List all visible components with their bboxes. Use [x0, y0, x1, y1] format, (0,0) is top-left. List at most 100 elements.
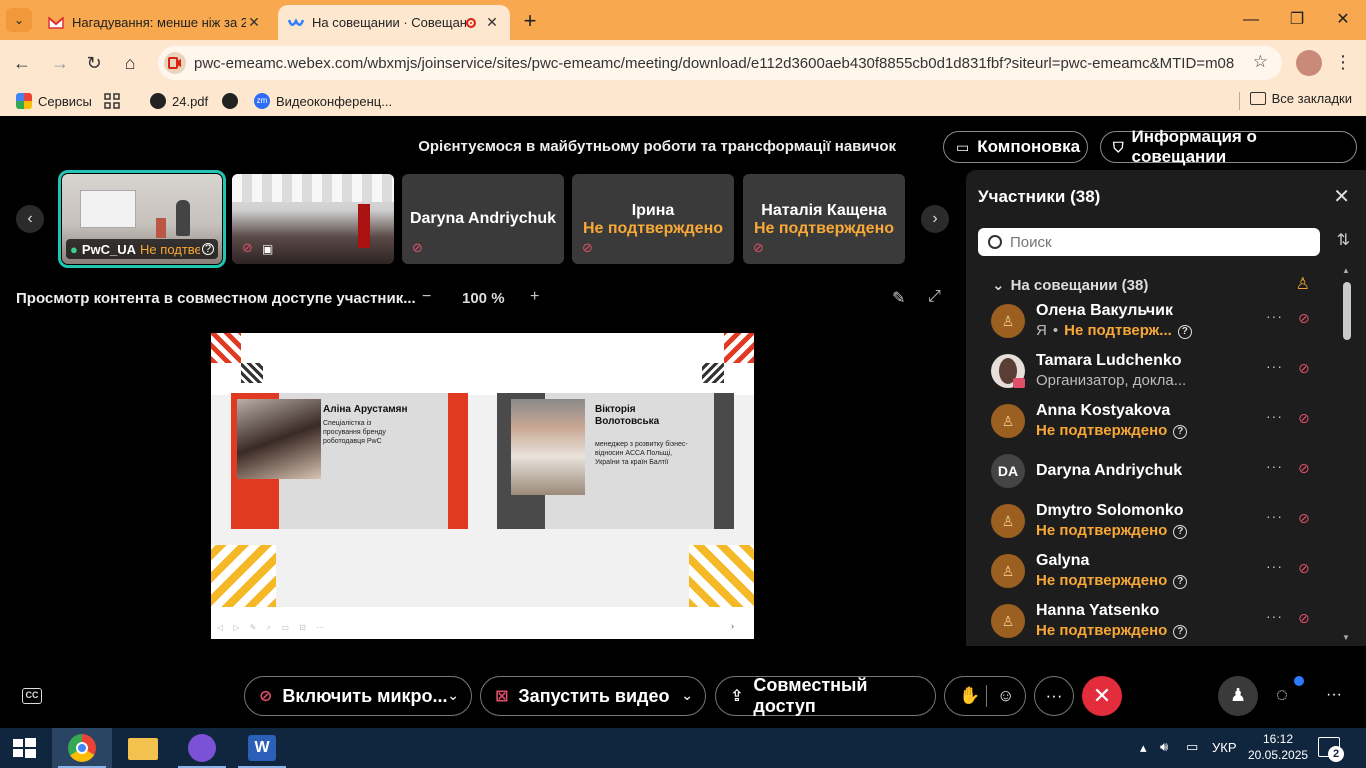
- strip-prev-icon[interactable]: ‹: [16, 205, 44, 233]
- globe-icon: [150, 93, 166, 109]
- video-tile-daryna[interactable]: Daryna Andriychuk ⊘: [402, 174, 564, 264]
- sort-icon[interactable]: ⇅: [1337, 230, 1350, 250]
- participant-row[interactable]: ♙ Galyna Не подтверждено? ··· ⊘: [966, 548, 1336, 596]
- reaction-icon[interactable]: ☺: [997, 686, 1014, 706]
- back-arrow-icon[interactable]: ←: [10, 51, 34, 75]
- raise-hand-icon[interactable]: ✋: [959, 686, 980, 706]
- video-feed: [232, 174, 394, 264]
- avatar-icon: ♙: [991, 554, 1025, 588]
- host-icon[interactable]: ♙: [1296, 274, 1310, 294]
- close-panel-icon[interactable]: ✕: [1333, 184, 1350, 209]
- apps-grid-icon[interactable]: [104, 91, 120, 111]
- muted-mic-icon[interactable]: ⊘: [1298, 310, 1310, 327]
- muted-mic-icon[interactable]: ⊘: [1298, 510, 1310, 527]
- all-bookmarks[interactable]: Все закладки: [1249, 91, 1352, 106]
- clock[interactable]: 16:12 20.05.2025: [1248, 731, 1308, 763]
- home-icon[interactable]: ⌂: [118, 51, 142, 75]
- tab-meeting[interactable]: На совещании · Совещани... ✕: [278, 5, 510, 40]
- language-indicator[interactable]: УКР: [1212, 740, 1237, 755]
- close-tab-icon[interactable]: ✕: [484, 14, 500, 31]
- muted-mic-icon[interactable]: ⊘: [1298, 610, 1310, 627]
- bookmark-star-icon[interactable]: ☆: [1253, 52, 1268, 72]
- profile-avatar[interactable]: [1296, 50, 1322, 76]
- bookmark-zoom[interactable]: zm Видеоконференц...: [254, 91, 392, 111]
- muted-mic-icon[interactable]: ⊘: [1298, 360, 1310, 377]
- file-explorer-icon[interactable]: [112, 728, 172, 768]
- more-options-icon[interactable]: ···: [1266, 408, 1283, 424]
- tab-search-chevron-icon[interactable]: ⌄: [6, 8, 32, 32]
- participant-row[interactable]: ♙ Anna Kostyakova Не подтверждено? ··· ⊘: [966, 398, 1336, 446]
- windows-start-icon[interactable]: [0, 728, 48, 768]
- help-icon: ?: [1173, 525, 1188, 539]
- close-tab-icon[interactable]: ✕: [246, 14, 262, 31]
- browser-menu-icon[interactable]: ⋮: [1334, 52, 1352, 73]
- help-icon: ?: [1173, 575, 1188, 589]
- zoom-out-icon[interactable]: −: [422, 288, 431, 306]
- more-panels-icon[interactable]: ···: [1326, 686, 1342, 704]
- site-info-icon[interactable]: [164, 52, 186, 74]
- participant-row[interactable]: DA Daryna Andriychuk ··· ⊘: [966, 448, 1336, 496]
- more-options-icon[interactable]: ···: [1266, 458, 1283, 474]
- bookmark-pdf[interactable]: 24.pdf: [150, 91, 208, 111]
- closed-captions-button[interactable]: CC: [22, 688, 42, 704]
- bookmark-services[interactable]: Сервисы: [16, 91, 92, 111]
- slide-toolbar[interactable]: ◁ ▷ ✎ ⌕ ▭ ⊡ ⋯: [217, 623, 328, 633]
- video-tile-natalia[interactable]: Наталія Кащена Не подтверждено ⊘: [743, 174, 905, 264]
- minimize-icon[interactable]: —: [1228, 6, 1274, 34]
- video-tile-pwc[interactable]: ● PwC_UA Не подтверждено ?: [58, 170, 226, 268]
- participant-row[interactable]: Tamara Ludchenko Организатор, докла... ·…: [966, 348, 1336, 396]
- network-icon[interactable]: ▭: [1186, 739, 1198, 755]
- layout-button[interactable]: ▭ Компоновка: [943, 131, 1088, 163]
- participant-row[interactable]: ♙ Олена Вакульчик Я • Не подтверж...? ··· …: [966, 298, 1336, 346]
- muted-mic-icon[interactable]: ⊘: [1298, 460, 1310, 477]
- video-tile-room[interactable]: ⊘ ▣: [232, 174, 394, 264]
- bookmark-globe[interactable]: [222, 91, 244, 111]
- fullscreen-icon[interactable]: ⤢: [928, 288, 941, 306]
- tab-title: На совещании · Совещани...: [312, 15, 466, 30]
- chevron-down-icon[interactable]: ⌄: [681, 687, 693, 704]
- gmail-icon: [48, 15, 64, 29]
- scroll-thumb[interactable]: [1343, 282, 1351, 340]
- restore-icon[interactable]: ❐: [1274, 6, 1320, 34]
- chevron-down-icon[interactable]: ⌄: [447, 687, 459, 704]
- viber-icon[interactable]: [172, 728, 232, 768]
- forward-arrow-icon[interactable]: →: [48, 51, 72, 75]
- reload-icon[interactable]: ↻: [82, 51, 106, 75]
- meeting-info-button[interactable]: ⛉ Информация о совещании: [1100, 127, 1357, 166]
- reactions-group: ✋ ☺: [944, 676, 1026, 716]
- zoom-in-icon[interactable]: +: [530, 288, 539, 306]
- tray-chevron-up-icon[interactable]: ▴: [1140, 740, 1147, 756]
- participant-row[interactable]: ♙ Hanna Yatsenko Не подтверждено? ··· ⊘: [966, 598, 1336, 646]
- annotate-icon[interactable]: ✎: [892, 288, 905, 308]
- participants-scrollbar[interactable]: ▲ ▼: [1342, 266, 1352, 642]
- word-icon[interactable]: W: [232, 728, 292, 768]
- strip-next-icon[interactable]: ›: [921, 205, 949, 233]
- video-tile-iryna[interactable]: Ірина Не подтверждено ⊘: [572, 174, 734, 264]
- volume-icon[interactable]: 🔊︎: [1160, 739, 1168, 755]
- search-input[interactable]: [1010, 233, 1300, 251]
- group-header[interactable]: ⌄ На совещании (38): [992, 276, 1148, 294]
- search-icon: [988, 235, 1002, 249]
- close-window-icon[interactable]: ✕: [1320, 6, 1366, 34]
- start-video-button[interactable]: ⊠ Запустить видео ⌄: [480, 676, 706, 716]
- participants-toggle-button[interactable]: ♟: [1218, 676, 1258, 716]
- more-options-icon[interactable]: ···: [1034, 676, 1074, 716]
- participant-search[interactable]: [978, 228, 1320, 256]
- chat-icon[interactable]: ◌: [1276, 684, 1288, 707]
- more-options-icon[interactable]: ···: [1266, 508, 1283, 524]
- more-options-icon[interactable]: ···: [1266, 308, 1283, 324]
- leave-meeting-button[interactable]: ✕: [1082, 676, 1122, 716]
- video-off-icon: ⊠: [495, 688, 509, 705]
- participant-row[interactable]: ♙ Dmytro Solomonko Не подтверждено? ··· …: [966, 498, 1336, 546]
- unmute-button[interactable]: ⊘ Включить микро... ⌄: [244, 676, 472, 716]
- more-options-icon[interactable]: ···: [1266, 358, 1283, 374]
- muted-mic-icon[interactable]: ⊘: [1298, 560, 1310, 577]
- tab-reminder[interactable]: Нагадування: менше ніж за 2 ... ✕: [38, 5, 272, 40]
- new-tab-plus-icon[interactable]: +: [518, 8, 542, 34]
- chrome-taskbar-icon[interactable]: [52, 728, 112, 768]
- more-options-icon[interactable]: ···: [1266, 608, 1283, 624]
- omnibox[interactable]: pwc-emeamc.webex.com/wbxmjs/joinservice/…: [158, 46, 1282, 80]
- more-options-icon[interactable]: ···: [1266, 558, 1283, 574]
- muted-mic-icon[interactable]: ⊘: [1298, 410, 1310, 427]
- share-button[interactable]: ⇪ Совместный доступ: [715, 675, 936, 716]
